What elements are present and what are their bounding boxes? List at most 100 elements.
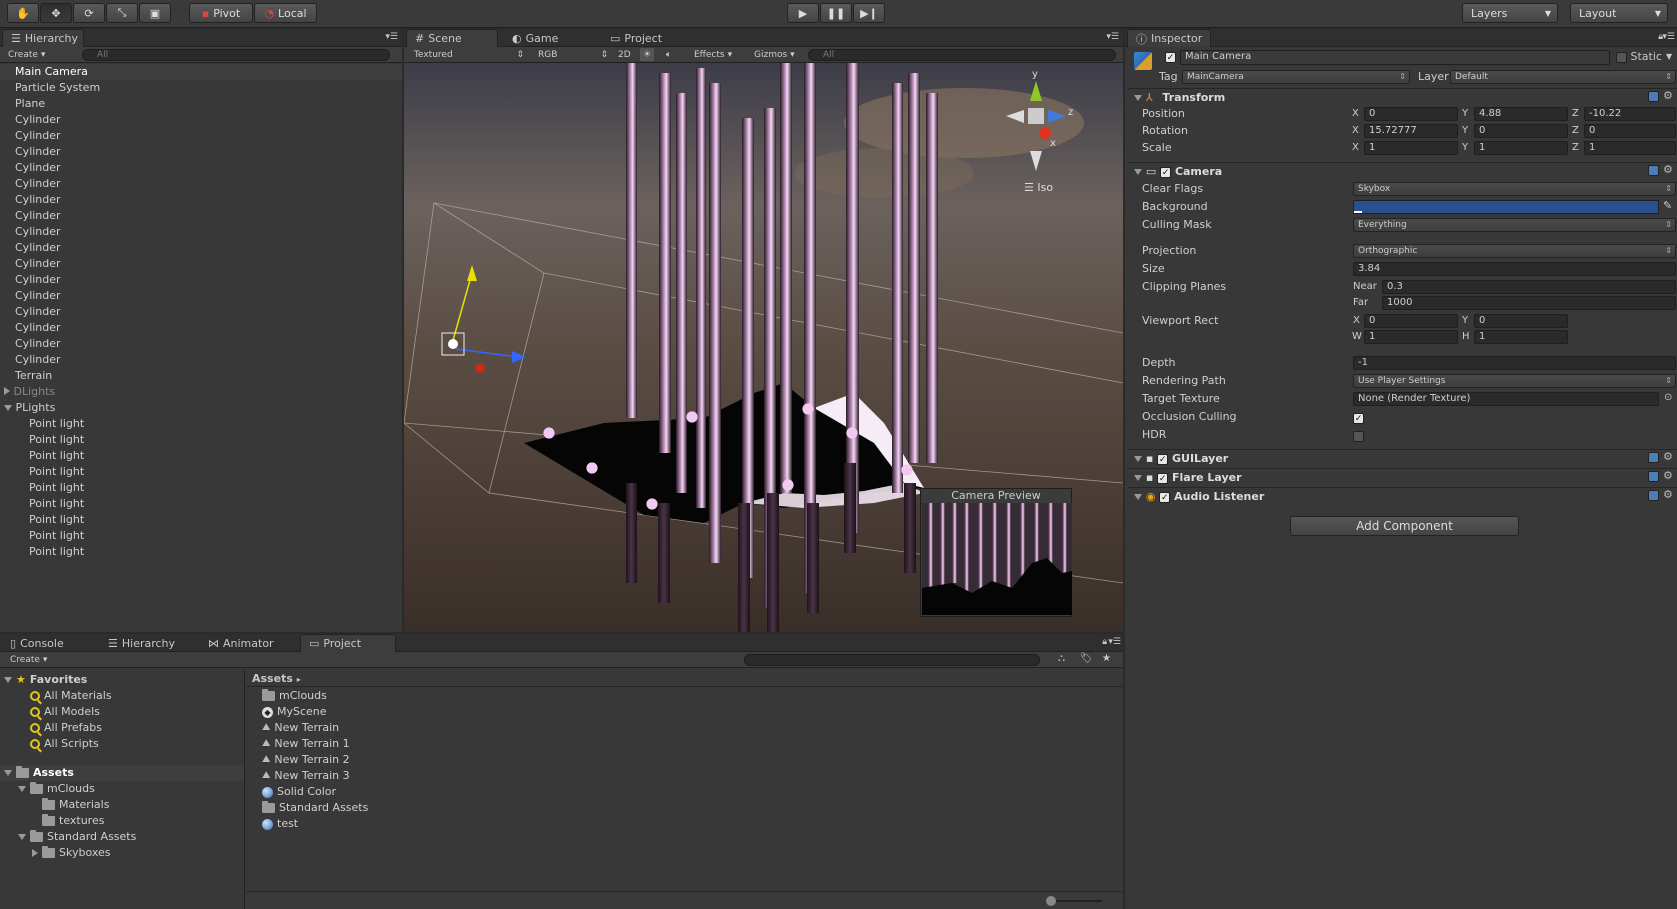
hierarchy-search-input[interactable]: All: [82, 49, 390, 61]
layout-dropdown[interactable]: Layout ▼: [1570, 3, 1668, 23]
hierarchy-item[interactable]: DLights: [0, 384, 402, 400]
hierarchy-item[interactable]: Cylinder: [0, 112, 402, 128]
tree-folder[interactable]: Materials: [0, 797, 244, 813]
audio-toggle[interactable]: 🔈︎: [666, 48, 671, 61]
tab-inspector[interactable]: ⓘ Inspector: [1127, 29, 1211, 47]
occlusion-checkbox[interactable]: ✓: [1353, 411, 1364, 424]
tab-project[interactable]: ▭ Project: [602, 29, 670, 47]
hierarchy-item[interactable]: Cylinder: [0, 240, 402, 256]
tab-hierarchy-bottom[interactable]: ☰ Hierarchy: [100, 634, 183, 652]
far-field[interactable]: 1000: [1382, 296, 1676, 310]
hierarchy-item[interactable]: Particle System: [0, 80, 402, 96]
star-icon[interactable]: ★: [1102, 653, 1111, 664]
hierarchy-item[interactable]: Cylinder: [0, 352, 402, 368]
hierarchy-item[interactable]: Point light: [0, 480, 402, 496]
scene-search-input[interactable]: All: [808, 49, 1116, 61]
hierarchy-item[interactable]: Point light: [0, 496, 402, 512]
tab-game[interactable]: ◐ Game: [504, 29, 566, 47]
gear-icon[interactable]: ⚙: [1663, 488, 1673, 501]
hierarchy-item[interactable]: Cylinder: [0, 160, 402, 176]
filter-label-icon[interactable]: 🏷︎: [1080, 653, 1093, 664]
tree-folder[interactable]: textures: [0, 813, 244, 829]
rotation-y-field[interactable]: 0: [1474, 124, 1568, 138]
transform-header[interactable]: ⅄ Transform: [1128, 88, 1677, 106]
audio-listener-header[interactable]: ◉ ✓ Audio Listener: [1128, 487, 1677, 505]
rendering-path-dropdown[interactable]: Use Player Settings: [1353, 374, 1676, 388]
rotation-z-field[interactable]: 0: [1584, 124, 1676, 138]
object-picker-icon[interactable]: ⊙: [1664, 392, 1672, 403]
hierarchy-item[interactable]: Cylinder: [0, 224, 402, 240]
hierarchy-item[interactable]: Cylinder: [0, 144, 402, 160]
gizmos-dropdown[interactable]: Gizmos ▾: [754, 48, 795, 61]
rect-tool-button[interactable]: ▣: [139, 3, 171, 23]
size-field[interactable]: 3.84: [1353, 262, 1676, 276]
target-texture-field[interactable]: None (Render Texture): [1353, 392, 1659, 406]
hdr-checkbox[interactable]: [1353, 429, 1364, 442]
gear-icon[interactable]: ⚙: [1663, 450, 1673, 463]
gear-icon[interactable]: ⚙: [1663, 163, 1673, 176]
hierarchy-item[interactable]: Point light: [0, 512, 402, 528]
hierarchy-item[interactable]: Cylinder: [0, 192, 402, 208]
hierarchy-item[interactable]: Terrain: [0, 368, 402, 384]
scale-tool-button[interactable]: ⤡: [106, 3, 138, 23]
iso-toggle[interactable]: ☰ Iso: [1024, 181, 1053, 194]
projection-dropdown[interactable]: Orthographic: [1353, 244, 1676, 258]
hierarchy-item[interactable]: Point light: [0, 432, 402, 448]
tree-folder[interactable]: Skyboxes: [0, 845, 244, 861]
hierarchy-item[interactable]: Point light: [0, 448, 402, 464]
rotation-x-field[interactable]: 15.72777: [1364, 124, 1458, 138]
help-icon[interactable]: [1648, 452, 1659, 463]
color-mode-dropdown[interactable]: RGB ⇕: [538, 48, 610, 61]
asset-item[interactable]: test: [262, 816, 1123, 832]
static-checkbox[interactable]: [1616, 51, 1627, 63]
hierarchy-item[interactable]: Point light: [0, 416, 402, 432]
panel-menu-icon[interactable]: ▾☰: [1108, 637, 1121, 647]
zoom-slider-handle[interactable]: [1046, 896, 1056, 906]
filter-type-icon[interactable]: ⛬: [1058, 653, 1065, 664]
hierarchy-item[interactable]: Cylinder: [0, 176, 402, 192]
hierarchy-item[interactable]: Cylinder: [0, 288, 402, 304]
hierarchy-item[interactable]: PLights: [0, 400, 402, 416]
assets-root[interactable]: Assets: [0, 765, 244, 781]
scale-y-field[interactable]: 1: [1474, 141, 1568, 155]
play-button[interactable]: ▶: [787, 3, 819, 23]
tree-folder[interactable]: mClouds: [0, 781, 244, 797]
asset-item[interactable]: Solid Color: [262, 784, 1123, 800]
pivot-toggle[interactable]: ▪ Pivot: [189, 3, 253, 23]
tab-scene[interactable]: # Scene: [406, 29, 498, 47]
static-toggle[interactable]: Static: [1616, 50, 1662, 63]
hand-tool-button[interactable]: ✋: [7, 3, 39, 23]
breadcrumb-assets[interactable]: Assets: [252, 672, 293, 685]
favorite-item[interactable]: All Prefabs: [0, 720, 244, 736]
position-x-field[interactable]: 0: [1364, 107, 1458, 121]
asset-item[interactable]: ◆ MyScene: [262, 704, 1123, 720]
tab-project-bottom[interactable]: ▭ Project: [300, 634, 396, 652]
panel-menu-icon[interactable]: ▾☰: [1662, 32, 1675, 42]
favorite-item[interactable]: All Materials: [0, 688, 244, 704]
layers-dropdown[interactable]: Layers ▼: [1462, 3, 1558, 23]
scale-z-field[interactable]: 1: [1584, 141, 1676, 155]
hierarchy-item[interactable]: Cylinder: [0, 256, 402, 272]
asset-item[interactable]: mClouds: [262, 688, 1123, 704]
eyedropper-icon[interactable]: ✎: [1663, 199, 1672, 212]
hierarchy-item[interactable]: Point light: [0, 464, 402, 480]
asset-item[interactable]: ⛰ New Terrain 1: [262, 736, 1123, 752]
scale-x-field[interactable]: 1: [1364, 141, 1458, 155]
move-tool-button[interactable]: ✥: [40, 3, 72, 23]
hierarchy-item[interactable]: Cylinder: [0, 128, 402, 144]
gear-icon[interactable]: ⚙: [1663, 89, 1673, 102]
help-icon[interactable]: [1648, 165, 1659, 176]
effects-dropdown[interactable]: Effects ▾: [694, 48, 732, 61]
gear-icon[interactable]: ⚙: [1663, 469, 1673, 482]
depth-field[interactable]: -1: [1353, 356, 1676, 370]
layer-dropdown[interactable]: Default: [1450, 70, 1676, 84]
viewport-w-field[interactable]: 1: [1364, 330, 1458, 344]
viewport-y-field[interactable]: 0: [1474, 314, 1568, 328]
panel-menu-icon[interactable]: ▾☰: [1106, 32, 1119, 42]
step-button[interactable]: ▶❙: [853, 3, 885, 23]
scene-viewport[interactable]: y z x ☰ Iso Camera Preview: [404, 63, 1123, 632]
pause-button[interactable]: ❚❚: [820, 3, 852, 23]
local-toggle[interactable]: ◔ Local: [254, 3, 317, 23]
shading-dropdown[interactable]: Textured ⇕: [414, 48, 526, 61]
hierarchy-item[interactable]: Cylinder: [0, 304, 402, 320]
